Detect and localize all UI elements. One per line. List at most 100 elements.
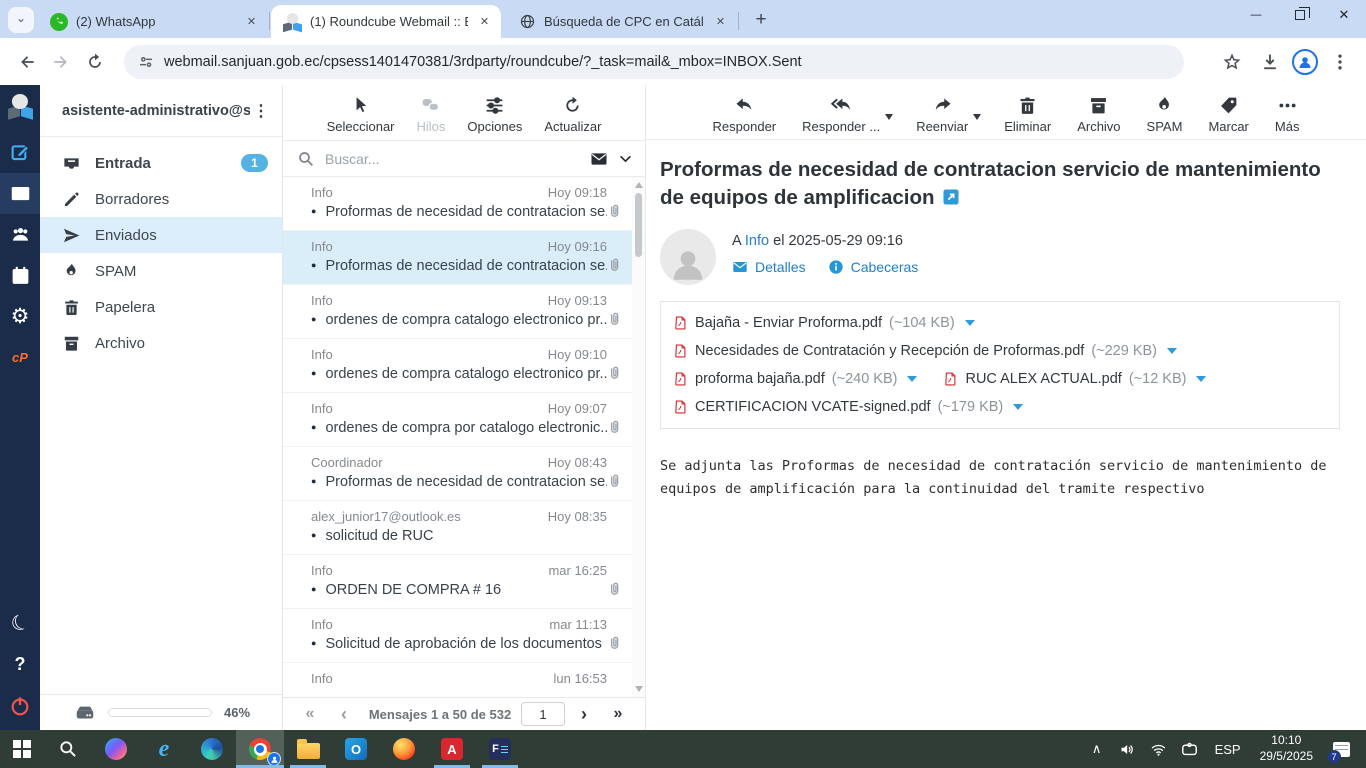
folder-spam[interactable]: SPAM <box>40 253 282 289</box>
taskbar-acrobat-button[interactable] <box>428 730 476 768</box>
tray-expand-icon[interactable] <box>1085 730 1109 768</box>
tab-whatsapp[interactable]: (2) WhatsApp <box>38 5 268 38</box>
clock[interactable]: 10:10 29/5/2025 <box>1254 733 1319 764</box>
taskbar-outlook-button[interactable] <box>332 730 380 768</box>
scroll-up-icon[interactable] <box>635 182 643 188</box>
prev-page-button[interactable] <box>329 704 359 725</box>
first-page-button[interactable] <box>295 705 325 723</box>
attachment-item[interactable]: RUC ALEX ACTUAL.pdf (~12 KB) <box>943 365 1207 393</box>
forward-caret-icon[interactable] <box>973 113 982 120</box>
list-scrollbar[interactable] <box>632 177 645 697</box>
rail-calendar-button[interactable] <box>0 255 40 296</box>
help-button[interactable] <box>0 644 40 685</box>
tab-close-icon[interactable] <box>476 13 493 30</box>
options-button[interactable]: Opciones <box>467 95 522 134</box>
folder-entrada[interactable]: Entrada 1 <box>40 145 282 181</box>
search-scope-mail-icon[interactable] <box>590 150 608 168</box>
account-menu-icon[interactable] <box>250 101 272 121</box>
new-tab-button[interactable] <box>748 7 774 33</box>
tab-search-icon[interactable] <box>8 7 34 33</box>
attachment-item[interactable]: Necesidades de Contratación y Recepción … <box>673 337 1178 365</box>
select-button[interactable]: Seleccionar <box>327 95 395 134</box>
rail-mail-button[interactable] <box>0 173 40 214</box>
rail-contacts-button[interactable] <box>0 214 40 255</box>
taskbar-ie-button[interactable] <box>140 730 188 768</box>
taskbar-chrome-button[interactable] <box>236 730 284 768</box>
attachment-menu-caret-icon[interactable] <box>907 376 918 383</box>
reply-all-caret-icon[interactable] <box>885 113 894 120</box>
message-row[interactable]: Info lun 16:53 <box>283 663 645 697</box>
folder-borradores[interactable]: Borradores <box>40 181 282 217</box>
taskbar-search-button[interactable] <box>44 730 92 768</box>
attachment-menu-caret-icon[interactable] <box>1196 376 1207 383</box>
search-input[interactable] <box>325 150 580 167</box>
forward-button[interactable] <box>44 45 78 79</box>
back-button[interactable] <box>10 45 44 79</box>
more-button[interactable]: Más <box>1275 95 1299 134</box>
attachment-item[interactable]: CERTIFICACION VCATE-signed.pdf (~179 KB) <box>673 393 1024 421</box>
mark-button[interactable]: Marcar <box>1208 95 1249 134</box>
message-row[interactable]: InfoHoy 09:18 Proformas de necesidad de … <box>283 177 645 231</box>
delete-button[interactable]: Eliminar <box>1004 95 1051 134</box>
start-button[interactable] <box>0 730 44 768</box>
threads-button[interactable]: Hilos <box>417 95 445 134</box>
tab-close-icon[interactable] <box>712 13 729 30</box>
tab-roundcube[interactable]: (1) Roundcube Webmail :: Envia <box>271 5 501 38</box>
notification-center[interactable]: 7 <box>1326 730 1356 768</box>
refresh-button[interactable]: Actualizar <box>544 95 601 134</box>
taskbar-edge-button[interactable] <box>188 730 236 768</box>
browser-menu-icon[interactable] <box>1324 45 1356 79</box>
message-row[interactable]: alex_junior17@outlook.esHoy 08:35 solici… <box>283 501 645 555</box>
archive-button[interactable]: Archivo <box>1077 95 1121 134</box>
language-indicator[interactable]: ESP <box>1209 742 1247 757</box>
dark-mode-button[interactable] <box>0 603 40 644</box>
message-row[interactable]: InfoHoy 09:10 ordenes de compra catalogo… <box>283 339 645 393</box>
tab-cpc-search[interactable]: Búsqueda de CPC en Catálogo <box>507 5 737 38</box>
reply-all-button[interactable]: Responder ... <box>802 95 894 134</box>
rail-settings-button[interactable]: ⚙ <box>0 296 40 337</box>
downloads-icon[interactable] <box>1254 45 1286 79</box>
headers-button[interactable]: Cabeceras <box>828 259 918 275</box>
message-row[interactable]: CoordinadorHoy 08:43 Proformas de necesi… <box>283 447 645 501</box>
next-page-button[interactable] <box>569 704 599 725</box>
taskbar-explorer-button[interactable] <box>284 730 332 768</box>
reload-button[interactable] <box>78 45 112 79</box>
last-page-button[interactable] <box>603 705 633 723</box>
volume-icon[interactable] <box>1116 730 1140 768</box>
taskbar-copilot-button[interactable] <box>92 730 140 768</box>
spam-button[interactable]: SPAM <box>1147 95 1182 134</box>
page-number-input[interactable] <box>521 702 565 726</box>
message-row-selected[interactable]: InfoHoy 09:16 Proformas de necesidad de … <box>283 231 645 285</box>
logout-button[interactable] <box>0 685 40 726</box>
details-button[interactable]: Detalles <box>732 259 806 275</box>
attachment-item[interactable]: proforma bajaña.pdf (~240 KB) <box>673 365 918 393</box>
folder-papelera[interactable]: Papelera <box>40 289 282 325</box>
address-bar[interactable]: webmail.sanjuan.gob.ec/cpsess1401470381/… <box>124 44 1184 79</box>
cpanel-button[interactable]: cP <box>0 337 40 378</box>
forward-button[interactable]: Reenviar <box>916 95 982 134</box>
compose-button[interactable] <box>0 132 40 173</box>
attachment-menu-caret-icon[interactable] <box>1167 348 1178 355</box>
wifi-icon[interactable] <box>1147 730 1171 768</box>
restore-button[interactable] <box>1278 0 1322 30</box>
taskbar-firefox-button[interactable] <box>380 730 428 768</box>
taskbar-app-button[interactable] <box>476 730 524 768</box>
message-row[interactable]: InfoHoy 09:07 ordenes de compra por cata… <box>283 393 645 447</box>
site-settings-icon[interactable] <box>138 54 154 70</box>
message-row[interactable]: Infomar 16:25 ORDEN DE COMPRA # 16 <box>283 555 645 609</box>
tab-close-icon[interactable] <box>243 13 260 30</box>
message-row[interactable]: Infomar 11:13 Solicitud de aprobación de… <box>283 609 645 663</box>
folder-archivo[interactable]: Archivo <box>40 325 282 361</box>
profile-avatar[interactable] <box>1292 48 1318 75</box>
minimize-button[interactable] <box>1234 0 1278 30</box>
attachment-menu-caret-icon[interactable] <box>1013 404 1024 411</box>
folder-enviados[interactable]: Enviados <box>40 217 282 253</box>
attachment-item[interactable]: Bajaña - Enviar Proforma.pdf (~104 KB) <box>673 309 975 337</box>
search-options-chevron-icon[interactable] <box>618 150 633 168</box>
close-button[interactable] <box>1322 0 1366 30</box>
scroll-thumb[interactable] <box>635 193 642 257</box>
external-link-icon[interactable] <box>942 186 960 204</box>
recipient-link[interactable]: Info <box>745 233 769 249</box>
attachment-menu-caret-icon[interactable] <box>964 320 975 327</box>
reply-button[interactable]: Responder <box>713 95 776 134</box>
